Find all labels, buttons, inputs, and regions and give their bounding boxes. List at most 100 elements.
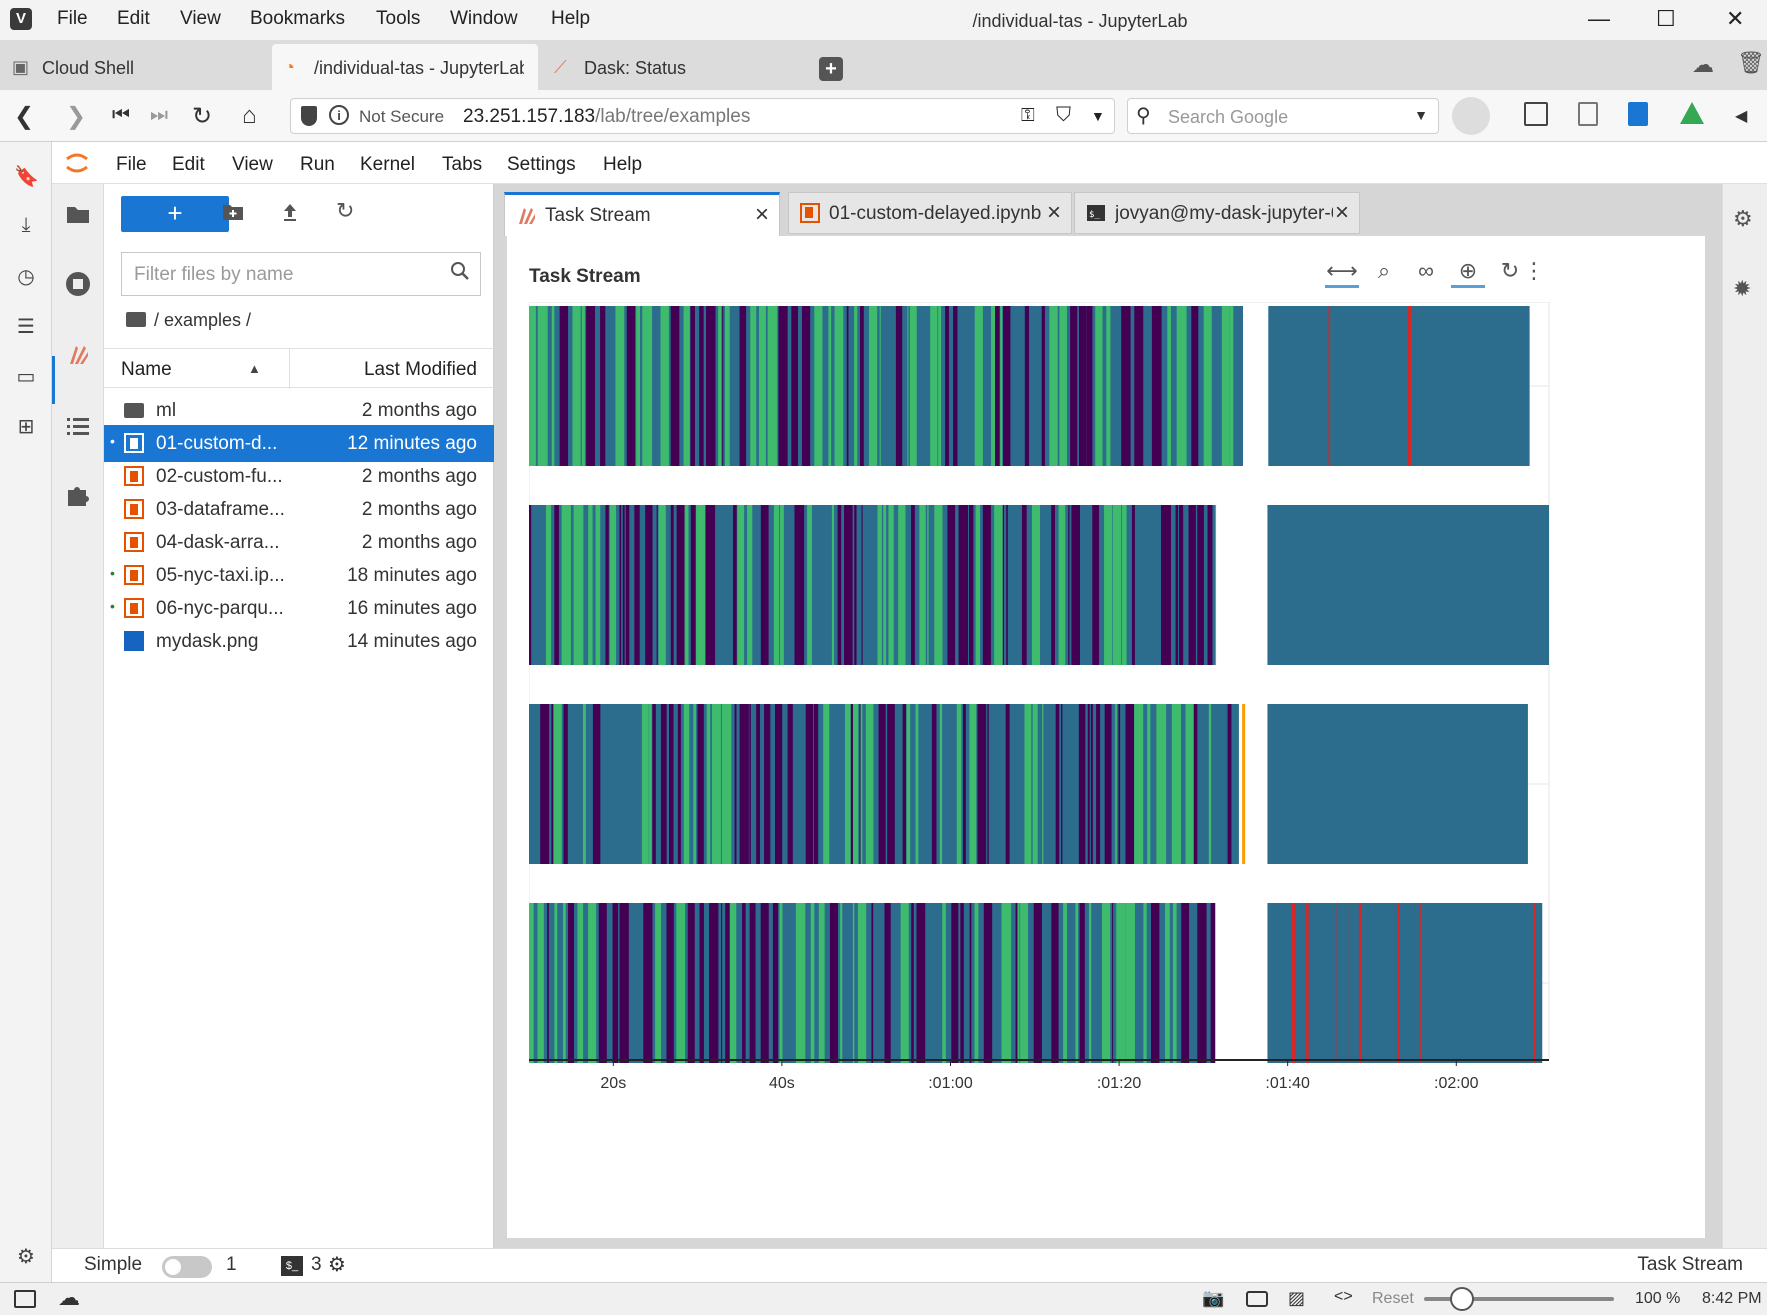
terminals-count[interactable]: 3 [311, 1254, 322, 1276]
rewind-icon[interactable]: ⏮ [112, 104, 130, 127]
maximize-button[interactable]: ☐ [1656, 6, 1676, 32]
property-inspector-gear-icon[interactable]: ⚙ [1733, 206, 1759, 232]
url-text[interactable]: 23.251.157.183/lab/tree/examples [463, 106, 750, 128]
zoom-slider-handle[interactable] [1450, 1287, 1474, 1311]
extension-puzzle-icon[interactable] [64, 480, 92, 508]
back-icon[interactable]: ❮ [14, 102, 34, 131]
kernels-count[interactable]: 1 [226, 1254, 237, 1276]
folder-icon[interactable] [64, 200, 92, 228]
refresh-icon[interactable]: ↻ [336, 198, 354, 224]
jupyter-menu-file[interactable]: File [116, 154, 147, 176]
download-icon[interactable] [1628, 102, 1648, 126]
reset-tool-icon[interactable]: ↻ [1493, 258, 1527, 288]
file-row[interactable]: mydask.png 14 minutes ago [104, 623, 494, 660]
settings-gear-icon[interactable]: ⚙ [14, 1244, 38, 1268]
image-toggle-icon[interactable]: ▨ [1288, 1288, 1305, 1309]
file-row[interactable]: • 06-nyc-parqu... 16 minutes ago [104, 590, 494, 627]
new-launcher-button[interactable]: + [121, 196, 229, 232]
column-divider[interactable] [289, 349, 290, 389]
filter-files-input[interactable]: Filter files by name [121, 252, 481, 296]
address-bar[interactable]: i Not Secure 23.251.157.183/lab/tree/exa… [290, 98, 1115, 134]
browser-menu-edit[interactable]: Edit [117, 8, 150, 30]
fast-forward-icon[interactable]: ⏭ [150, 104, 168, 127]
downloads-panel-icon[interactable]: ⤓ [14, 214, 38, 238]
reload-icon[interactable]: ↻ [192, 102, 212, 131]
file-row[interactable]: • 01-custom-d... 12 minutes ago [104, 425, 494, 462]
browser-menu-tools[interactable]: Tools [376, 8, 420, 30]
close-tab-icon[interactable]: × [1335, 199, 1349, 227]
zoom-in-tool-icon[interactable]: ⊕ [1451, 258, 1485, 288]
zoom-reset-button[interactable]: Reset [1372, 1290, 1414, 1308]
panel-toggle-icon[interactable] [14, 1290, 36, 1308]
home-icon[interactable]: ⌂ [242, 102, 257, 130]
reader-icon[interactable] [1578, 102, 1598, 126]
bookmark-icon[interactable]: ⛉ [1056, 104, 1071, 127]
table-of-contents-icon[interactable] [64, 412, 92, 440]
wheel-zoom-tool-icon[interactable]: ∞ [1409, 258, 1443, 288]
add-panel-icon[interactable]: ⊞ [14, 414, 38, 438]
browser-tab-dask-status[interactable]: ⟋ Dask: Status [542, 44, 810, 90]
tab-01-custom-delayed[interactable]: 01-custom-delayed.ipynb × [788, 192, 1072, 234]
tab-terminal[interactable]: $_ jovyan@my-dask-jupyter-6b × [1074, 192, 1360, 234]
history-panel-icon[interactable]: ◷ [14, 264, 38, 288]
notes-panel-icon[interactable]: ☰ [14, 314, 38, 338]
jupyter-menu-kernel[interactable]: Kernel [360, 154, 415, 176]
file-row[interactable]: 04-dask-arra... 2 months ago [104, 524, 494, 561]
google-drive-icon[interactable] [1680, 102, 1704, 124]
sort-ascending-icon[interactable]: ▲ [248, 361, 261, 376]
jupyter-menu-settings[interactable]: Settings [507, 154, 576, 176]
vivaldi-logo-icon[interactable]: V [10, 8, 32, 30]
browser-tab-cloud-shell[interactable]: ▣ Cloud Shell [0, 44, 268, 90]
camera-icon[interactable]: 📷 [1202, 1288, 1224, 1309]
upload-icon[interactable] [280, 202, 300, 222]
breadcrumb-path[interactable]: / examples / [154, 310, 251, 330]
new-folder-icon[interactable] [222, 202, 244, 222]
simple-mode-toggle[interactable] [162, 1256, 212, 1278]
file-row[interactable]: 02-custom-fu... 2 months ago [104, 458, 494, 495]
dask-extension-icon[interactable] [64, 340, 92, 368]
browser-menu-view[interactable]: View [180, 8, 221, 30]
browser-menu-bookmarks[interactable]: Bookmarks [250, 8, 345, 30]
page-actions-icon[interactable]: <> [1334, 1288, 1353, 1306]
file-row[interactable]: 03-dataframe... 2 months ago [104, 491, 494, 528]
jupyter-menu-run[interactable]: Run [300, 154, 335, 176]
trash-icon[interactable]: 🗑 [1737, 50, 1765, 76]
file-row[interactable]: ml 2 months ago [104, 392, 494, 429]
cloud-sync-icon[interactable]: ☁ [1692, 52, 1714, 78]
chevron-down-icon[interactable]: ▼ [1091, 108, 1105, 124]
jupyter-menu-tabs[interactable]: Tabs [442, 154, 482, 176]
minimize-button[interactable]: — [1588, 6, 1610, 32]
running-kernels-icon[interactable] [64, 270, 92, 298]
debugger-bug-icon[interactable]: ✹ [1733, 276, 1759, 302]
jupyter-menu-edit[interactable]: Edit [172, 154, 205, 176]
browser-menu-file[interactable]: File [57, 8, 88, 30]
home-folder-icon[interactable] [126, 312, 146, 327]
cloud-sync-icon[interactable]: ☁ [58, 1285, 80, 1311]
close-tab-icon[interactable]: × [1047, 199, 1061, 227]
close-window-button[interactable]: ✕ [1726, 6, 1744, 32]
search-engine-dropdown-icon[interactable]: ▼ [1414, 107, 1428, 123]
browser-tab-jupyterlab[interactable]: ◔ /individual-tas - JupyterLab [272, 44, 538, 90]
close-tab-icon[interactable]: × [755, 201, 769, 229]
task-stream-chart[interactable]: 20s 40s:01:00:01:20:01:40:02:00 [529, 302, 1559, 1112]
breadcrumb[interactable]: / examples / [126, 310, 251, 331]
window-panel-icon[interactable]: ▭ [14, 364, 38, 388]
box-zoom-tool-icon[interactable]: ⌕ [1367, 258, 1401, 288]
browser-menu-window[interactable]: Window [450, 8, 518, 30]
window-tiling-icon[interactable] [1246, 1291, 1268, 1307]
bookmarks-panel-icon[interactable]: 🔖 [14, 164, 39, 188]
capture-icon[interactable] [1524, 102, 1548, 126]
terminal-icon[interactable]: $_ [281, 1256, 303, 1276]
toolbar-more-icon[interactable]: ⋮ [1523, 258, 1545, 288]
jupyter-menu-help[interactable]: Help [603, 154, 642, 176]
panel-toggle-icon[interactable]: ◀ [1735, 106, 1747, 126]
forward-icon[interactable]: ❯ [66, 102, 86, 131]
pan-tool-icon[interactable]: ⟷ [1325, 258, 1359, 288]
column-last-modified[interactable]: Last Modified [364, 359, 477, 381]
tab-task-stream[interactable]: Task Stream × [504, 192, 780, 236]
search-field[interactable]: ⚲ Search Google ▼ [1127, 98, 1439, 134]
profile-avatar[interactable] [1452, 97, 1490, 135]
column-name[interactable]: Name [121, 359, 172, 381]
key-icon[interactable]: ⚿ [1021, 105, 1035, 126]
shield-icon[interactable] [301, 106, 317, 126]
